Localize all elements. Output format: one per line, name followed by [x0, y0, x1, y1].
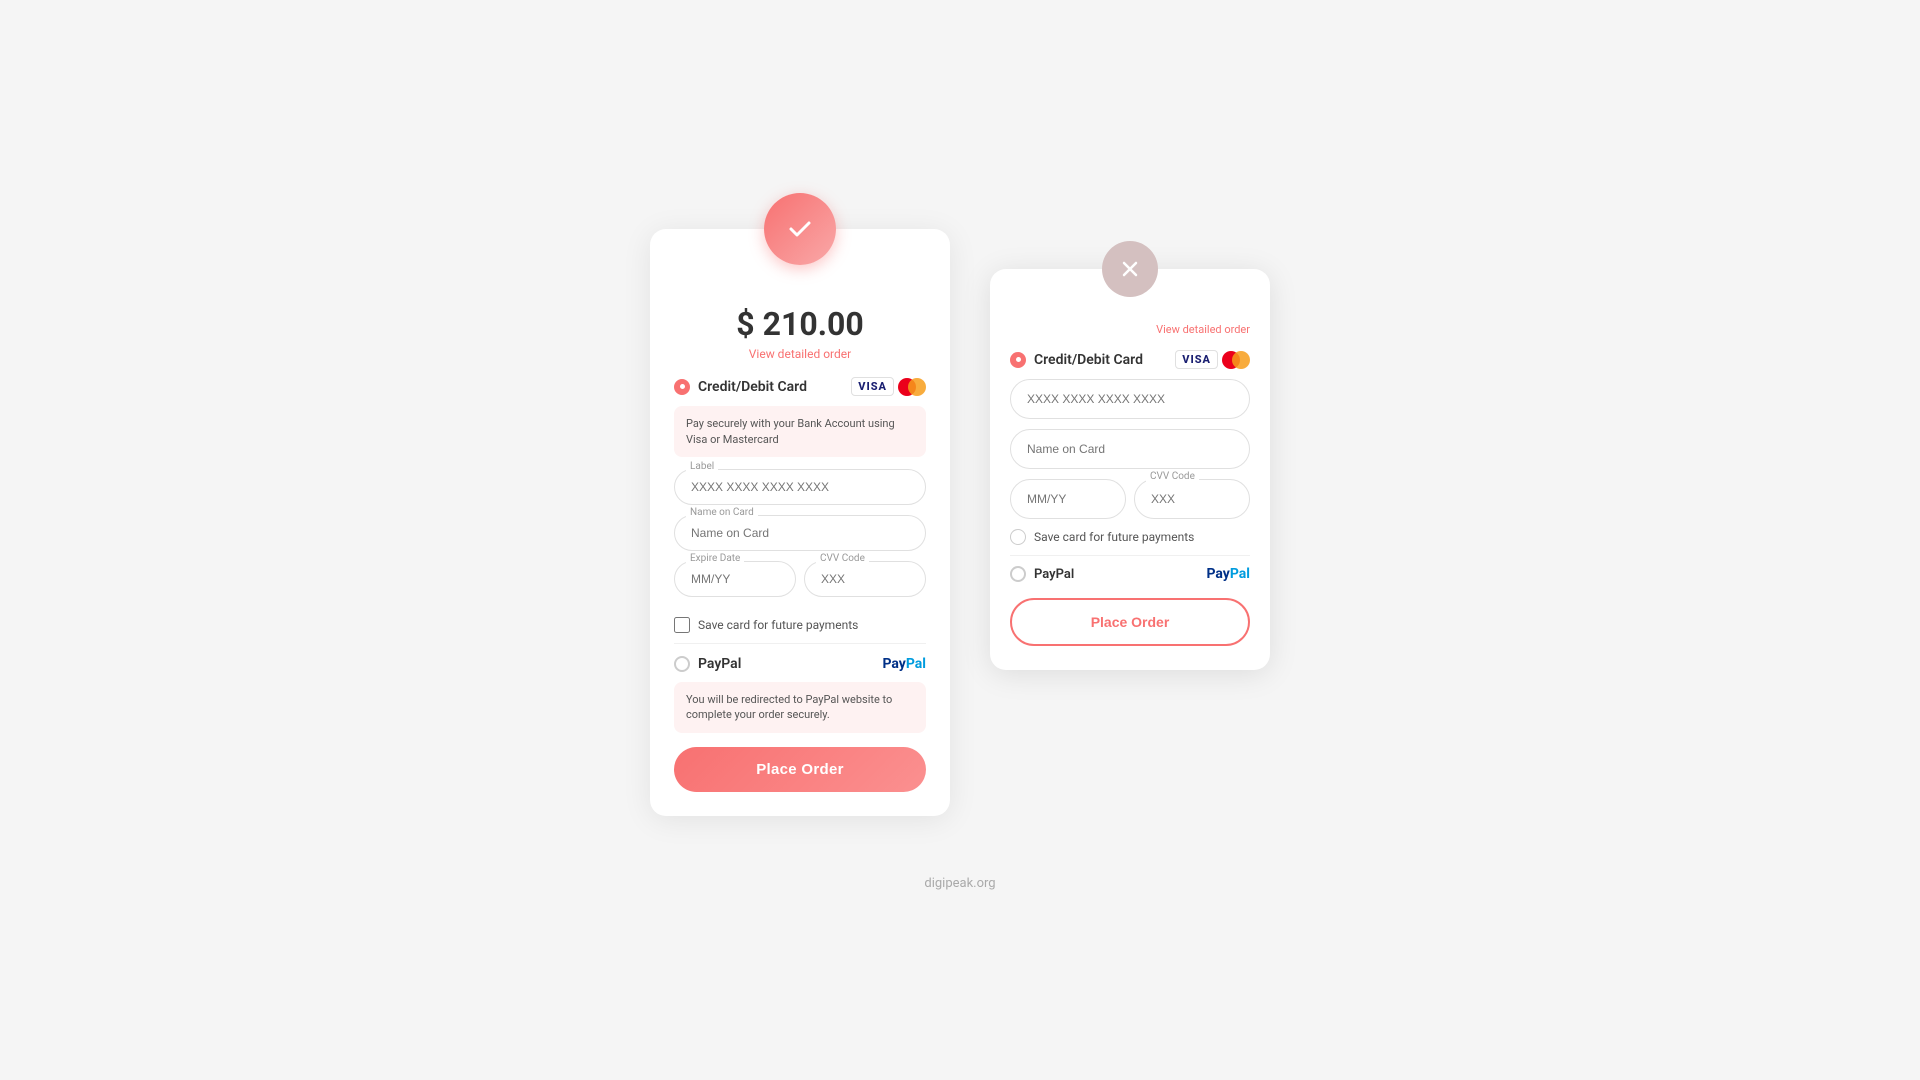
expire-cvv-row: Expire Date CVV Code — [674, 561, 926, 607]
pay-securely-text: Pay securely with your Bank Account usin… — [674, 406, 926, 457]
right-card-logos: VISA — [1175, 350, 1250, 369]
right-save-card-row: Save card for future payments — [1010, 529, 1250, 545]
close-button[interactable] — [1102, 241, 1158, 297]
credit-card-radio[interactable] — [674, 379, 690, 395]
credit-card-header: Credit/Debit Card VISA — [674, 377, 926, 396]
expire-date-label: Expire Date — [686, 553, 744, 564]
amount-display: $ 210.00 — [674, 305, 926, 343]
right-expire-wrapper — [1010, 479, 1126, 519]
paypal-header: PayPal PayPal — [674, 656, 926, 672]
right-save-card-label: Save card for future payments — [1034, 530, 1194, 544]
right-mc-right — [1232, 351, 1250, 369]
name-on-card-input[interactable] — [674, 515, 926, 551]
name-on-card-label: Name on Card — [686, 507, 758, 518]
cvv-group: CVV Code — [804, 561, 926, 597]
right-expire-cvv-row: CVV Code — [1010, 479, 1250, 519]
right-visa-logo: VISA — [1175, 350, 1218, 369]
left-payment-card: $ 210.00 View detailed order Credit/Debi… — [650, 229, 950, 816]
right-paypal-row: PayPal PayPal — [1010, 555, 1250, 582]
paypal-section: PayPal PayPal You will be redirected to … — [674, 643, 926, 733]
right-mastercard-logo — [1222, 351, 1250, 369]
paypal-description: You will be redirected to PayPal website… — [674, 682, 926, 733]
right-credit-card-radio[interactable] — [1010, 352, 1026, 368]
place-order-button-right[interactable]: Place Order — [1010, 598, 1250, 646]
right-paypal-label: PayPal — [1010, 566, 1074, 582]
mc-right-circle — [908, 378, 926, 396]
right-name-on-card-input[interactable] — [1010, 429, 1250, 469]
view-order-link-left[interactable]: View detailed order — [674, 347, 926, 361]
main-wrapper: $ 210.00 View detailed order Credit/Debi… — [650, 189, 1270, 816]
success-icon — [764, 193, 836, 265]
right-credit-card-header: Credit/Debit Card VISA — [1010, 350, 1250, 369]
right-credit-card-text: Credit/Debit Card — [1034, 352, 1143, 368]
right-payment-modal: View detailed order Credit/Debit Card VI… — [990, 269, 1270, 670]
right-paypal-radio[interactable] — [1010, 566, 1026, 582]
expire-date-group: Expire Date — [674, 561, 796, 597]
cvv-input[interactable] — [804, 561, 926, 597]
place-order-button-left[interactable]: Place Order — [674, 747, 926, 792]
paypal-text: PayPal — [698, 656, 741, 672]
save-card-row: Save card for future payments — [674, 617, 926, 633]
paypal-radio[interactable] — [674, 656, 690, 672]
right-expire-input[interactable] — [1010, 479, 1126, 519]
right-cvv-input[interactable] — [1134, 479, 1250, 519]
mastercard-logo — [898, 378, 926, 396]
right-cvv-label: CVV Code — [1146, 471, 1199, 482]
save-card-label: Save card for future payments — [698, 618, 858, 632]
right-save-card-checkbox[interactable] — [1010, 529, 1026, 545]
save-card-checkbox[interactable] — [674, 617, 690, 633]
paypal-label: PayPal — [674, 656, 741, 672]
credit-card-label: Credit/Debit Card — [674, 379, 807, 395]
card-number-input[interactable] — [674, 469, 926, 505]
paypal-logo: PayPal — [882, 656, 926, 672]
credit-card-text: Credit/Debit Card — [698, 379, 807, 395]
right-credit-card-label: Credit/Debit Card — [1010, 352, 1143, 368]
name-on-card-group: Name on Card — [674, 515, 926, 551]
right-paypal-logo: PayPal — [1206, 566, 1250, 582]
card-logos: VISA — [851, 377, 926, 396]
visa-logo: VISA — [851, 377, 894, 396]
label-field-label: Label — [686, 461, 718, 472]
card-number-group: Label — [674, 469, 926, 505]
right-card-number-input[interactable] — [1010, 379, 1250, 419]
right-cvv-wrapper: CVV Code — [1134, 479, 1250, 519]
view-order-link-right[interactable]: View detailed order — [1010, 323, 1250, 336]
expire-date-input[interactable] — [674, 561, 796, 597]
footer-text: digipeak.org — [924, 876, 995, 891]
cvv-label: CVV Code — [816, 553, 869, 564]
right-paypal-text: PayPal — [1034, 567, 1074, 582]
